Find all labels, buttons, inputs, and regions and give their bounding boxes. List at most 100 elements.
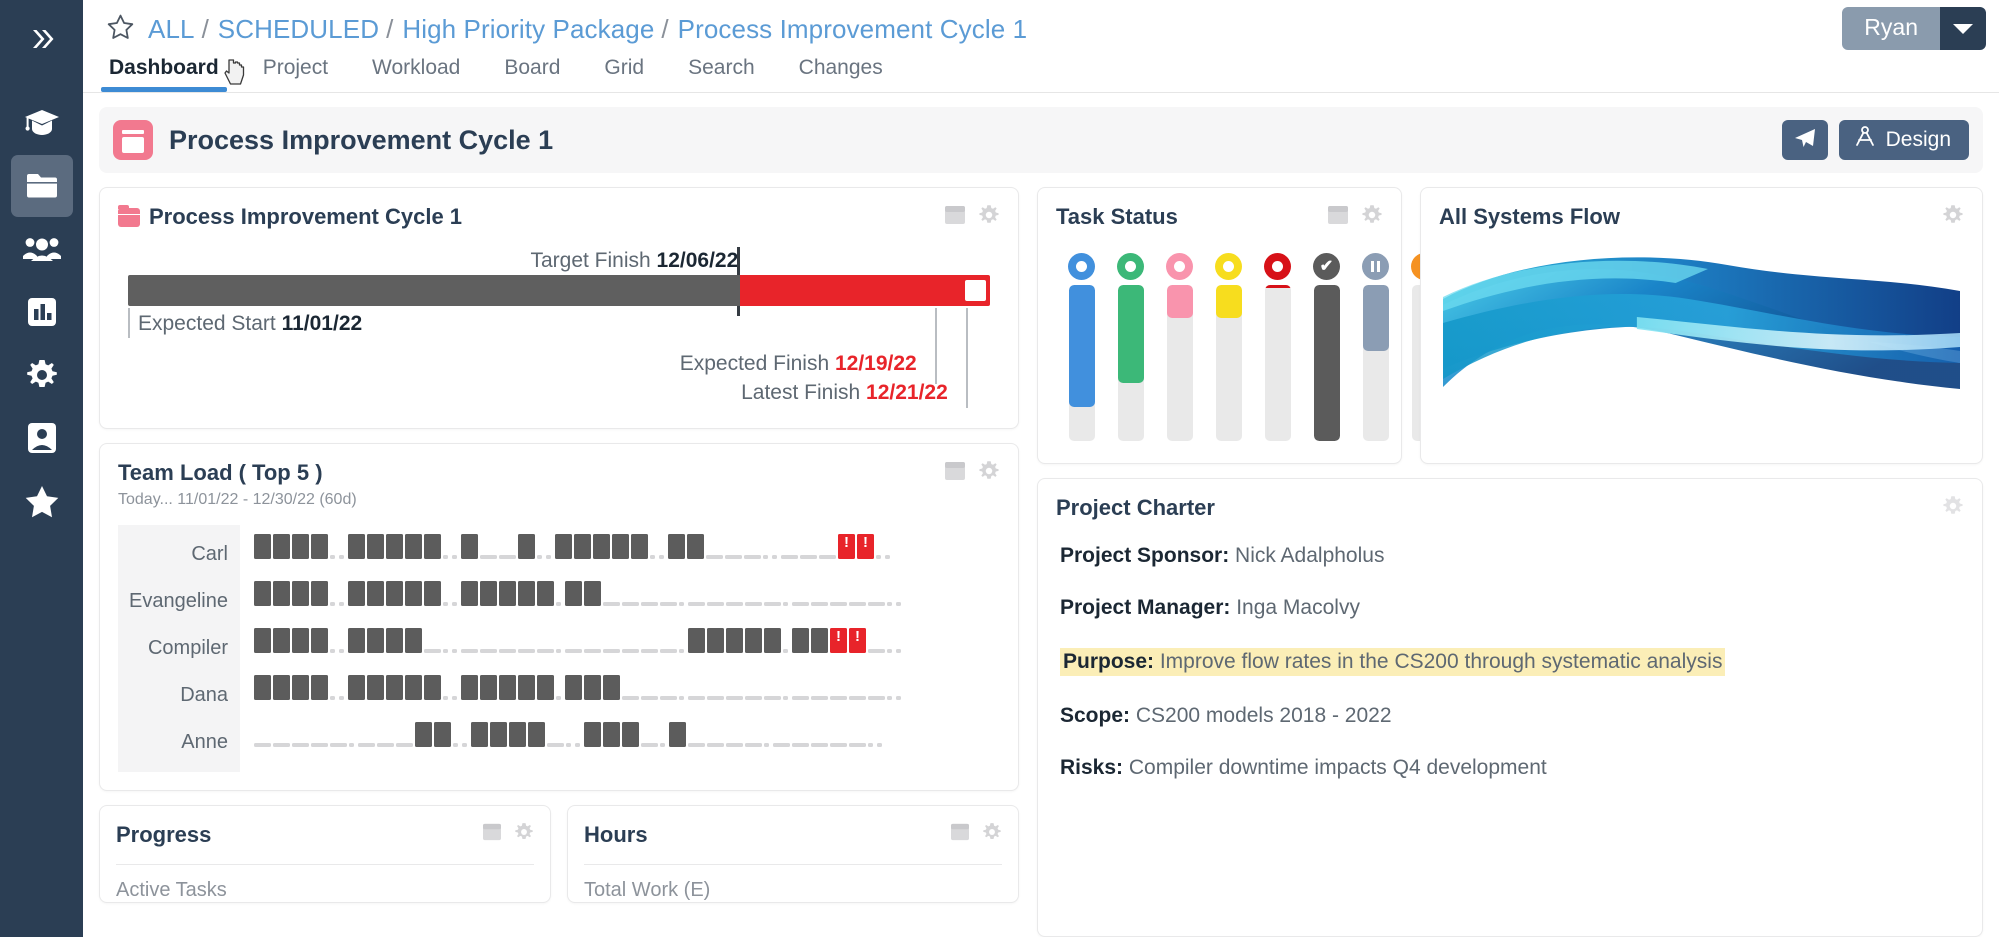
task-status-column-on-hold[interactable] [1362, 253, 1389, 441]
load-cell-empty [641, 602, 658, 606]
task-status-title: Task Status [1056, 204, 1178, 229]
load-cell-empty [311, 743, 328, 747]
status-bar-fill [1166, 285, 1193, 318]
load-cell-gap [887, 649, 892, 653]
breadcrumb-item-project[interactable]: Process Improvement Cycle 1 [678, 14, 1028, 45]
load-cell-gap [339, 649, 344, 653]
bar-chart-icon [26, 296, 58, 328]
task-status-column-complete[interactable] [1117, 253, 1144, 441]
load-cell-gap [659, 555, 664, 559]
window-icon[interactable] [1327, 205, 1349, 230]
load-cell-empty [792, 743, 809, 747]
task-status-column-pending[interactable] [1215, 253, 1242, 441]
person-icon [27, 422, 57, 454]
send-button[interactable] [1781, 120, 1828, 160]
charter-field-highlighted: Purpose: Improve flow rates in the CS200… [1060, 648, 1726, 676]
chevron-down-icon[interactable] [1940, 7, 1986, 50]
sidebar-item-reports[interactable] [11, 281, 73, 343]
load-cell-full [688, 628, 705, 653]
load-cell-gap [679, 696, 684, 700]
design-button[interactable]: Design [1838, 120, 1969, 160]
load-cell-empty [725, 555, 742, 559]
window-icon[interactable] [950, 823, 970, 846]
load-cell-empty [830, 743, 847, 747]
task-status-column-done[interactable]: ✔ [1313, 253, 1340, 441]
load-cell-full [490, 722, 507, 747]
tab-grid[interactable]: Grid [604, 56, 644, 92]
load-cell-empty [800, 555, 817, 559]
load-cell-empty [811, 743, 828, 747]
breadcrumb-item-scheduled[interactable]: SCHEDULED [218, 14, 379, 45]
load-cell-gap [679, 649, 684, 653]
task-status-column-active[interactable] [1068, 253, 1095, 441]
breadcrumb-item-package[interactable]: High Priority Package [402, 14, 654, 45]
load-cell-full [603, 722, 620, 747]
load-cell-empty [330, 743, 347, 747]
gear-icon[interactable] [1361, 204, 1383, 231]
load-cell-empty [849, 696, 866, 700]
load-cell-full [386, 534, 403, 559]
window-icon[interactable] [944, 461, 966, 486]
sidebar-item-learning[interactable] [11, 92, 73, 154]
tab-project[interactable]: Project [263, 56, 328, 92]
load-cell-full [792, 628, 809, 653]
task-status-card: Task Status ✔ [1037, 187, 1487, 464]
task-status-column-blocked[interactable] [1264, 253, 1291, 441]
tab-dashboard[interactable]: Dashboard [101, 56, 227, 92]
load-cell-empty [537, 649, 554, 653]
gear-icon[interactable] [978, 204, 1000, 231]
user-menu[interactable]: Ryan [1842, 7, 1986, 50]
team-load-row [254, 666, 1000, 713]
load-cell-full [348, 675, 365, 700]
load-cell-full [292, 675, 309, 700]
status-pause-icon [1362, 253, 1389, 280]
sidebar-item-favorites[interactable] [11, 470, 73, 532]
tab-board[interactable]: Board [504, 56, 560, 92]
load-cell-gap [660, 743, 665, 747]
gear-icon[interactable] [982, 822, 1002, 847]
window-icon[interactable] [944, 205, 966, 230]
timeline-bar-planned [128, 275, 741, 306]
sidebar-item-team[interactable] [11, 218, 73, 280]
gear-icon[interactable] [1942, 204, 1964, 231]
team-load-row [254, 713, 1000, 760]
load-cell-empty [849, 602, 866, 606]
load-cell-empty [707, 743, 724, 747]
gear-icon[interactable] [514, 822, 534, 847]
load-cell-gap [679, 602, 684, 606]
favorite-star-icon[interactable] [107, 14, 134, 45]
task-status-column-at-risk[interactable] [1166, 253, 1193, 441]
status-ring-icon [1264, 253, 1291, 280]
tab-changes[interactable]: Changes [799, 56, 883, 92]
flow-graphic [1443, 239, 1960, 399]
tab-workload[interactable]: Workload [372, 56, 460, 92]
top-header: ALL / SCHEDULED / High Priority Package … [83, 0, 1999, 93]
load-cell-full [415, 722, 432, 747]
load-cell-full [311, 675, 328, 700]
gear-icon[interactable] [978, 460, 1000, 487]
load-cell-full [367, 675, 384, 700]
load-cell-gap [764, 743, 769, 747]
timeline-gantt: Target Finish 12/06/22 Expected Start 11… [100, 231, 1018, 428]
load-cell-empty [830, 602, 847, 606]
expected-finish-value: 12/19/22 [834, 352, 917, 375]
status-bar-fill [1215, 285, 1242, 318]
latest-finish-label: Latest Finish 12/21/22 [741, 381, 948, 404]
progress-card-title: Progress [116, 822, 212, 847]
sidebar-item-settings[interactable] [11, 344, 73, 406]
charter-field: Project Sponsor: Nick Adalpholus [1060, 544, 1960, 568]
load-cell-full [292, 628, 309, 653]
status-bar-fill [1117, 285, 1144, 384]
load-cell-full [668, 534, 685, 559]
load-cell-gap [462, 743, 467, 747]
load-cell-gap [887, 696, 892, 700]
sidebar-item-expand-rail[interactable] [11, 8, 73, 70]
breadcrumb-item-all[interactable]: ALL [148, 14, 195, 45]
tab-search[interactable]: Search [688, 56, 755, 92]
sidebar-item-account[interactable] [11, 407, 73, 469]
load-cell-empty [641, 696, 658, 700]
gear-icon[interactable] [1942, 495, 1964, 522]
window-icon[interactable] [482, 823, 502, 846]
load-cell-empty [811, 696, 828, 700]
sidebar-item-projects[interactable] [10, 155, 73, 217]
